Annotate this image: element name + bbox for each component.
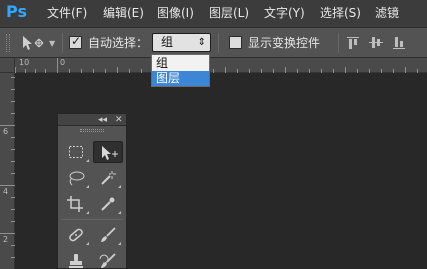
divider: [338, 33, 339, 53]
dropdown-option-layer[interactable]: 图层: [152, 71, 209, 86]
collapse-icon[interactable]: ◂◂: [98, 114, 107, 126]
ruler-label: 0: [60, 58, 66, 67]
menu-file[interactable]: 文件(F): [47, 5, 87, 22]
tool-flyout-indicator: [118, 185, 121, 188]
tool-flyout-indicator: [86, 211, 89, 214]
menu-layer[interactable]: 图层(L): [209, 5, 249, 22]
tool-flyout-indicator: [86, 185, 89, 188]
tools-panel-header[interactable]: ◂◂ ✕: [58, 114, 126, 126]
clone-stamp-icon: [69, 254, 83, 268]
ruler-ticks: [15, 58, 418, 73]
magic-wand-tool[interactable]: [93, 167, 123, 189]
history-brush-icon: [99, 253, 116, 268]
magic-wand-icon: [101, 171, 116, 185]
tools-panel: ◂◂ ✕: [57, 113, 127, 269]
tools-divider: [61, 219, 123, 220]
menu-select[interactable]: 选择(S): [320, 5, 361, 22]
move-tool-icon: [23, 36, 44, 50]
tool-flyout-indicator: [118, 242, 121, 245]
ruler-label: 10: [19, 58, 30, 67]
align-bottom-icon[interactable]: [391, 35, 407, 51]
auto-select-target-dropdown: 组 图层: [151, 54, 210, 87]
divider: [62, 33, 63, 53]
menu-image[interactable]: 图像(I): [157, 5, 194, 22]
ruler-label: 4: [3, 187, 9, 196]
menu-bar: Ps 文件(F) 编辑(E) 图像(I) 图层(L) 文字(Y) 选择(S) 滤…: [0, 0, 427, 27]
options-bar-grip[interactable]: [6, 34, 10, 52]
lasso-icon: [69, 171, 85, 186]
menu-edit[interactable]: 编辑(E): [103, 5, 144, 22]
auto-select-target-select[interactable]: 组 ⇕: [152, 33, 211, 52]
spot-healing-brush-icon: [69, 228, 83, 242]
photoshop-logo: Ps: [6, 2, 27, 21]
checkmark-icon: ✓: [71, 34, 82, 48]
tool-preset-picker[interactable]: ▼: [20, 34, 58, 52]
menu-filter[interactable]: 滤镜: [375, 5, 399, 22]
crop-tool[interactable]: [61, 193, 91, 215]
select-arrows-icon: ⇕: [197, 37, 206, 48]
chevron-down-icon: ▼: [49, 39, 56, 48]
show-transform-label: 显示变换控件: [248, 36, 321, 50]
tool-flyout-indicator: [86, 242, 89, 245]
divider: [218, 33, 219, 53]
eyedropper-icon: [101, 197, 115, 211]
spot-healing-brush-tool[interactable]: [61, 224, 91, 246]
ruler-label: 2: [3, 235, 9, 244]
show-transform-checkbox[interactable]: [229, 36, 242, 49]
move-icon: [102, 146, 118, 160]
dropdown-option-group[interactable]: 组: [152, 56, 209, 71]
menu-type[interactable]: 文字(Y): [264, 5, 305, 22]
align-vertical-center-icon[interactable]: [368, 35, 384, 51]
clone-stamp-tool[interactable]: [61, 250, 91, 269]
align-top-icon[interactable]: [345, 35, 361, 51]
rectangular-marquee-icon: [69, 146, 83, 158]
brush-icon: [101, 227, 116, 242]
auto-select-target-value: 组: [161, 35, 174, 49]
brush-tool[interactable]: [93, 224, 123, 246]
crop-icon: [67, 196, 83, 212]
horizontal-ruler[interactable]: 10 0: [15, 58, 427, 73]
close-icon[interactable]: ✕: [115, 114, 123, 126]
align-icons-group: [345, 33, 425, 53]
ruler-label: 6: [3, 127, 9, 136]
vertical-ruler[interactable]: 6 4 2: [0, 73, 15, 269]
auto-select-label: 自动选择：: [88, 36, 149, 50]
ruler-origin[interactable]: [0, 58, 15, 73]
tool-flyout-indicator: [86, 159, 89, 162]
tool-flyout-indicator: [118, 211, 121, 214]
eyedropper-tool[interactable]: [93, 193, 123, 215]
history-brush-tool[interactable]: [93, 250, 123, 269]
tools-panel-grip[interactable]: [80, 129, 104, 132]
auto-select-checkbox[interactable]: ✓: [69, 34, 82, 49]
lasso-tool[interactable]: [61, 167, 91, 189]
rectangular-marquee-tool[interactable]: [61, 141, 91, 163]
move-tool[interactable]: [93, 141, 123, 163]
